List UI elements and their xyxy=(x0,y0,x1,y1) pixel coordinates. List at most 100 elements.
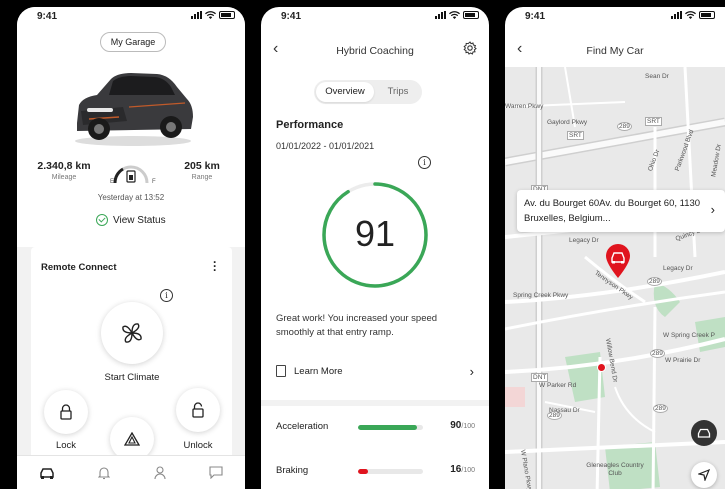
road-label: Gaylord Pkwy xyxy=(547,119,588,126)
metric-bar xyxy=(358,469,423,474)
address-text: Av. du Bourget 60Av. du Bourget 60, 1130… xyxy=(524,198,701,224)
road-shield: 289 xyxy=(653,404,668,413)
remote-connect-title: Remote Connect xyxy=(41,262,117,273)
page-title: Find My Car xyxy=(586,45,644,57)
date-range: 01/01/2022 - 01/01/2021 xyxy=(276,141,375,151)
coaching-screen: 9:41 ‹ Hybrid Coaching Overview Trips Pe… xyxy=(261,7,489,489)
fan-icon xyxy=(122,323,142,343)
metric-braking: Braking 16/100 xyxy=(276,464,475,478)
gear-icon[interactable] xyxy=(463,41,477,55)
metric-max: /100 xyxy=(461,423,475,430)
tab-trips[interactable]: Trips xyxy=(376,82,420,102)
chat-icon[interactable] xyxy=(209,466,223,479)
fuel-gauge xyxy=(113,165,149,184)
range-value: 205 km xyxy=(184,160,220,172)
battery-icon xyxy=(219,11,235,19)
status-bar: 9:41 xyxy=(17,7,245,27)
road-label: Legacy Dr xyxy=(569,237,599,244)
garage-screen: 9:41 My Garage 2.340,8 km Mileage E F 20… xyxy=(17,7,245,489)
road-label: Spring Creek Pkwy xyxy=(513,292,569,299)
road-label: W Parker Rd xyxy=(539,382,577,389)
road-shield: 289 xyxy=(547,411,562,420)
view-status-link[interactable]: View Status xyxy=(96,214,166,226)
navigation-arrow-icon xyxy=(698,469,710,481)
section-divider xyxy=(261,400,489,406)
check-circle-icon xyxy=(96,214,108,226)
range-stat: 205 km Range xyxy=(177,160,227,181)
metric-value: 90 xyxy=(450,420,462,431)
status-time: 9:41 xyxy=(281,11,302,22)
section-title: Performance xyxy=(276,119,344,131)
status-bar: 9:41 xyxy=(505,7,725,27)
my-garage-button[interactable]: My Garage xyxy=(100,32,166,52)
wifi-icon xyxy=(449,11,460,19)
road-label: Gleneagles Country Club xyxy=(586,462,644,477)
range-label: Range xyxy=(191,174,213,181)
remote-connect-card: Remote Connect · · · i Start Climate Lock xyxy=(31,247,232,461)
status-time: 9:41 xyxy=(525,11,546,22)
road-shield: SRT xyxy=(645,117,662,126)
mileage-stat: 2.340,8 km Mileage xyxy=(33,160,95,181)
fuel-full-label: F xyxy=(152,179,156,185)
car-center-button[interactable] xyxy=(691,420,717,446)
battery-icon xyxy=(463,11,479,19)
metric-name: Braking xyxy=(276,465,309,476)
car-location-pin-icon[interactable] xyxy=(604,243,632,279)
more-options-icon[interactable]: · · · xyxy=(213,256,217,276)
car-icon xyxy=(697,428,711,438)
score-value: 91 xyxy=(354,213,396,254)
lock-icon xyxy=(60,404,72,420)
metric-bar xyxy=(358,425,423,430)
lock-label: Lock xyxy=(55,440,77,451)
road-label: Legacy Dr xyxy=(663,265,693,272)
metric-acceleration: Acceleration 90/100 xyxy=(276,420,475,434)
metric-max: /100 xyxy=(461,467,475,474)
wifi-icon xyxy=(205,11,216,19)
unlock-label: Unlock xyxy=(183,440,213,451)
last-updated: Yesterday at 13:52 xyxy=(97,193,165,202)
unlock-icon xyxy=(192,402,204,418)
coaching-tabs: Overview Trips xyxy=(314,80,422,104)
road-shield: 289 xyxy=(647,277,662,286)
road-shield: 289 xyxy=(650,349,665,358)
car-icon[interactable] xyxy=(39,467,55,479)
lock-button[interactable] xyxy=(44,390,88,434)
chevron-right-icon: › xyxy=(710,202,715,217)
person-icon[interactable] xyxy=(154,465,166,480)
mileage-label: Mileage xyxy=(51,174,77,181)
start-climate-button[interactable] xyxy=(101,302,163,364)
address-card[interactable]: Av. du Bourget 60Av. du Bourget 60, 1130… xyxy=(517,190,725,232)
road-label: W Prairie Dr xyxy=(665,357,701,364)
info-icon[interactable]: i xyxy=(160,289,173,302)
car-image xyxy=(75,73,193,146)
road-label: W Spring Creek P xyxy=(663,332,716,339)
find-car-screen: 9:41 ‹ Find My Car Sean Dr Warren Pkwy G… xyxy=(505,7,725,489)
road-shield: DNT xyxy=(531,373,549,382)
tab-overview[interactable]: Overview xyxy=(316,82,374,102)
coaching-message: Great work! You increased your speed smo… xyxy=(276,313,438,338)
status-time: 9:41 xyxy=(37,11,58,22)
metric-bar-fill xyxy=(358,469,369,474)
unlock-button[interactable] xyxy=(176,388,220,432)
wifi-icon xyxy=(685,11,696,19)
metric-value: 16 xyxy=(450,464,462,475)
signal-icon xyxy=(191,11,202,19)
start-climate-label: Start Climate xyxy=(104,372,160,383)
metric-bar-fill xyxy=(358,425,417,430)
page-title: Hybrid Coaching xyxy=(336,45,414,57)
chevron-right-icon: › xyxy=(469,363,474,379)
learn-more-link[interactable]: Learn More › xyxy=(276,359,474,383)
road-shield: 289 xyxy=(617,122,632,131)
fuel-empty-label: E xyxy=(110,179,115,185)
status-bar: 9:41 xyxy=(261,7,489,27)
info-icon[interactable]: i xyxy=(418,156,431,169)
road-shield: SRT xyxy=(567,131,584,140)
bottom-tab-bar xyxy=(17,455,245,489)
current-location-dot xyxy=(597,363,606,372)
my-location-button[interactable] xyxy=(691,462,717,488)
road-label: Sean Dr xyxy=(645,73,669,80)
book-icon xyxy=(276,365,286,377)
road-label: Warren Pkwy xyxy=(505,103,544,110)
signal-icon xyxy=(671,11,682,19)
bell-icon[interactable] xyxy=(98,466,111,480)
